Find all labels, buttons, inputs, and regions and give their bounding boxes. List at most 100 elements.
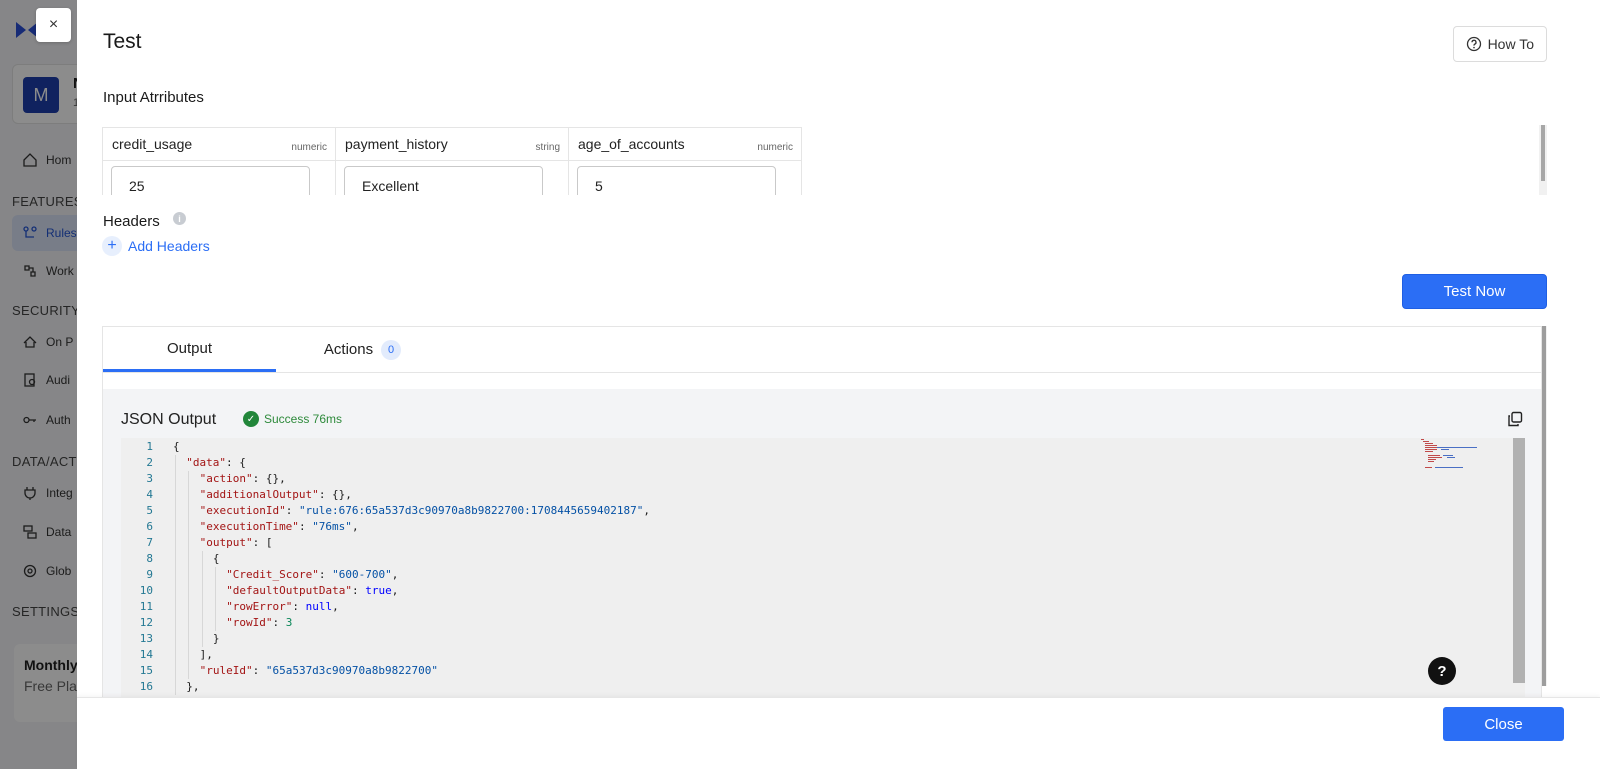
- test-now-button[interactable]: Test Now: [1402, 274, 1547, 309]
- code-minimap[interactable]: [1419, 438, 1489, 478]
- code-text: "ruleId": "65a537d3c90970a8b9822700": [200, 663, 438, 679]
- line-number: 8: [146, 552, 153, 565]
- code-token: }: [212, 632, 220, 645]
- indent-guide: [175, 599, 176, 615]
- line-number: 10: [139, 584, 153, 597]
- code-text: "action": {},: [200, 471, 286, 487]
- help-button[interactable]: ?: [1428, 657, 1456, 685]
- check-circle-icon: ✓: [243, 411, 259, 427]
- code-token: ,: [351, 520, 359, 533]
- indent-guide: [214, 599, 216, 615]
- attribute-name: credit_usage: [112, 136, 193, 152]
- line-number: 9: [146, 568, 153, 581]
- payment-history-input[interactable]: [344, 166, 543, 195]
- code-token: {: [212, 552, 220, 565]
- help-circle-icon: [1466, 36, 1481, 52]
- code-text: "output": [: [200, 535, 273, 551]
- line-number: 6: [146, 520, 153, 533]
- line-number: 7: [146, 536, 153, 549]
- output-panel: Output Actions 0 JSON Output ✓ Success 7…: [102, 326, 1542, 697]
- drawer-footer: Close: [77, 697, 1600, 769]
- close-button[interactable]: Close: [1443, 707, 1564, 741]
- code-text: "additionalOutput": {},: [200, 487, 352, 503]
- tab-output[interactable]: Output: [103, 327, 276, 372]
- line-number: 12: [139, 616, 153, 629]
- indent-guide: [188, 615, 190, 631]
- indent-guide: [201, 631, 203, 647]
- code-token: "65a537d3c90970a8b9822700": [265, 664, 439, 677]
- attribute-header: payment_history string: [336, 128, 568, 161]
- code-text: "executionId": "rule:676:65a537d3c90970a…: [200, 503, 650, 519]
- code-token: ,: [391, 584, 399, 597]
- code-token: "76ms": [312, 520, 352, 533]
- credit-usage-input[interactable]: [111, 166, 310, 195]
- code-token: "rule:676:65a537d3c90970a8b9822700:17084…: [298, 504, 644, 517]
- indent-guide: [188, 663, 190, 679]
- indent-guide: [188, 487, 190, 503]
- attribute-type: numeric: [757, 141, 793, 153]
- indent-guide: [201, 615, 203, 631]
- code-token: ],: [199, 648, 213, 661]
- headers-label: Headers: [103, 213, 160, 230]
- status-badge: ✓ Success 76ms: [243, 411, 342, 427]
- input-attributes-table: credit_usage numeric payment_history str…: [102, 127, 802, 195]
- how-to-button[interactable]: How To: [1452, 26, 1547, 62]
- code-token: {: [173, 440, 180, 453]
- age-of-accounts-input[interactable]: [577, 166, 776, 195]
- indent-guide: [175, 615, 176, 631]
- output-tabs: Output Actions 0: [103, 327, 1541, 373]
- code-token: :: [352, 584, 366, 597]
- tab-label: Actions: [323, 341, 374, 358]
- json-editor[interactable]: 1{2 "data": {3 "action": {}, 4 "additionalOu…: [121, 438, 1525, 697]
- code-text: {: [213, 551, 220, 567]
- indent-guide: [188, 647, 190, 663]
- indent-guide: [175, 535, 176, 551]
- line-number: 5: [146, 504, 153, 517]
- add-headers-button[interactable]: + Add Headers: [102, 236, 210, 256]
- code-text: },: [186, 679, 199, 695]
- line-number: 11: [139, 600, 153, 613]
- code-text: }: [213, 631, 220, 647]
- indent-guide: [175, 631, 176, 647]
- copy-icon[interactable]: [1507, 411, 1523, 427]
- code-token: "600-700": [332, 568, 392, 581]
- code-token: :: [292, 600, 306, 613]
- attribute-column: age_of_accounts numeric: [569, 128, 802, 195]
- indent-guide: [201, 551, 203, 567]
- code-token: "Credit_Score": [226, 568, 319, 581]
- attributes-scrollbar[interactable]: [1539, 125, 1547, 195]
- code-token: :: [285, 504, 299, 517]
- indent-guide: [201, 599, 203, 615]
- code-token: 3: [285, 616, 293, 629]
- line-number: 1: [146, 440, 153, 453]
- indent-guide: [175, 487, 176, 503]
- dismiss-drawer-button[interactable]: ×: [36, 8, 71, 42]
- code-text: "executionTime": "76ms",: [200, 519, 359, 535]
- indent-guide: [201, 567, 203, 583]
- info-icon[interactable]: i: [173, 212, 186, 225]
- code-text: "rowId": 3: [226, 615, 292, 631]
- indent-guide: [175, 663, 176, 679]
- status-text: Success 76ms: [264, 412, 343, 426]
- line-number: 3: [146, 472, 153, 485]
- code-token: ,: [643, 504, 650, 517]
- indent-guide: [214, 567, 216, 583]
- line-number: 13: [139, 632, 153, 645]
- code-text: {: [173, 439, 180, 455]
- editor-scrollbar[interactable]: [1513, 438, 1525, 683]
- indent-guide: [175, 679, 176, 695]
- code-token: : [: [252, 536, 273, 549]
- attribute-column: payment_history string: [336, 128, 569, 195]
- code-token: : {: [226, 456, 246, 469]
- test-drawer: Test How To Input Atrributes credit_usag…: [77, 0, 1600, 769]
- code-token: ,: [391, 568, 399, 581]
- code-token: "rowError": [226, 600, 293, 613]
- indent-guide: [214, 615, 216, 631]
- code-token: :: [298, 520, 313, 533]
- drawer-scrollbar[interactable]: [1542, 326, 1547, 686]
- modal-overlay[interactable]: [0, 0, 80, 769]
- json-output-title: JSON Output: [121, 411, 217, 428]
- line-number: 16: [139, 680, 153, 693]
- tab-actions[interactable]: Actions 0: [276, 327, 449, 372]
- indent-guide: [175, 567, 176, 583]
